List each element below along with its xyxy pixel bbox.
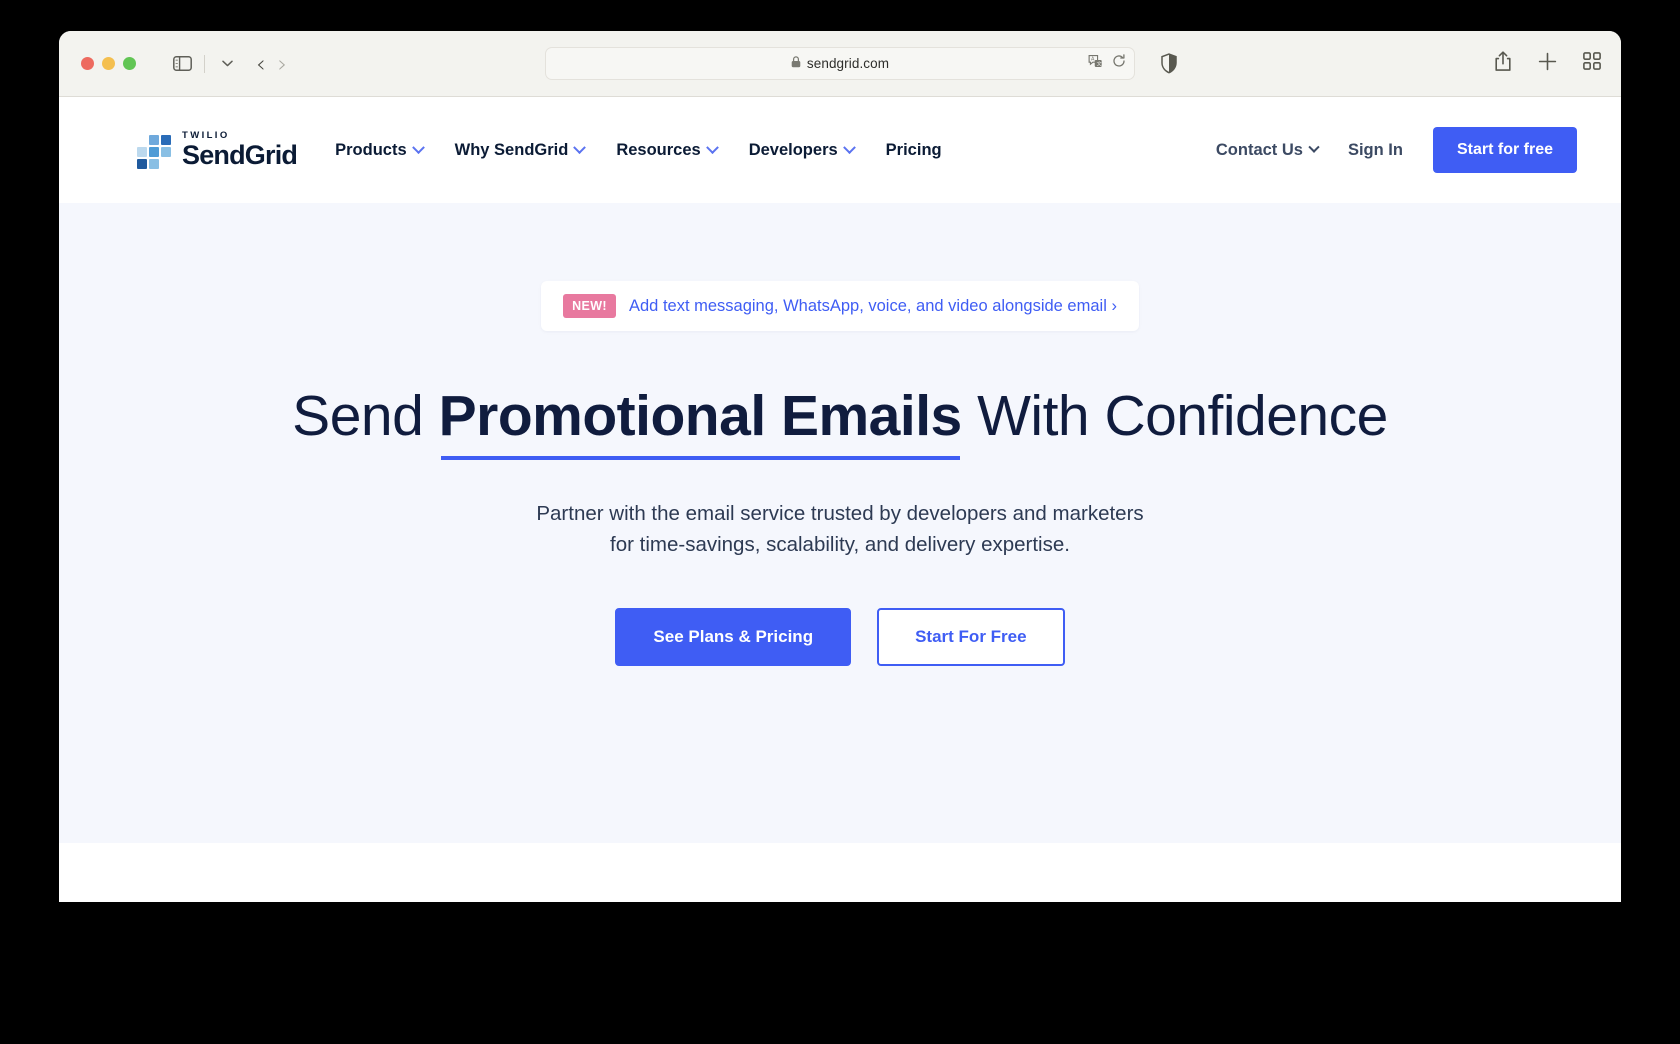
chevron-down-icon bbox=[705, 140, 719, 154]
minimize-window-button[interactable] bbox=[102, 57, 115, 70]
contact-us-label: Contact Us bbox=[1215, 140, 1303, 159]
lock-icon bbox=[791, 55, 801, 73]
zoom-window-button[interactable] bbox=[123, 57, 136, 70]
nav-label: Products bbox=[335, 140, 407, 159]
url-text: sendgrid.com bbox=[806, 56, 890, 71]
browser-window: ‹ › sendgrid.com A 文 TWILIO SendGrid Pro… bbox=[59, 31, 1621, 902]
hero-section: NEW! Add text messaging, WhatsApp, voice… bbox=[59, 203, 1621, 843]
sidebar-controls bbox=[167, 49, 242, 79]
close-window-button[interactable] bbox=[81, 57, 94, 70]
nav-item-pricing[interactable]: Pricing bbox=[886, 141, 942, 160]
new-badge: NEW! bbox=[563, 294, 616, 318]
toolbar-right-actions bbox=[1494, 50, 1601, 77]
logo-eyebrow: TWILIO bbox=[182, 129, 230, 141]
url-bar[interactable]: sendgrid.com A 文 bbox=[545, 47, 1135, 80]
nav-item-contact-us[interactable]: Contact Us bbox=[1215, 140, 1320, 160]
subhead-line-1: Partner with the email service trusted b… bbox=[536, 501, 1144, 525]
reload-icon[interactable] bbox=[1112, 54, 1126, 73]
start-for-free-button[interactable]: Start For Free bbox=[877, 607, 1065, 666]
sign-in-link[interactable]: Sign In bbox=[1348, 141, 1403, 160]
headline-suffix: With Confidence bbox=[961, 384, 1388, 448]
hero-headline: Send Promotional Emails With Confidence bbox=[59, 384, 1621, 460]
nav-item-resources[interactable]: Resources bbox=[616, 140, 719, 160]
web-page: TWILIO SendGrid Products Why SendGrid Re… bbox=[59, 97, 1621, 902]
nav-item-developers[interactable]: Developers bbox=[748, 140, 856, 160]
site-header: TWILIO SendGrid Products Why SendGrid Re… bbox=[59, 97, 1621, 203]
header-right-actions: Contact Us Sign In Start for free bbox=[1216, 127, 1577, 173]
hero-cta-row: See Plans & Pricing Start For Free bbox=[59, 607, 1621, 666]
url-bar-actions: A 文 bbox=[1088, 54, 1126, 74]
translate-icon[interactable]: A 文 bbox=[1088, 54, 1103, 74]
chevron-down-icon bbox=[842, 140, 856, 154]
main-navigation: Products Why SendGrid Resources Develope… bbox=[335, 141, 941, 160]
see-plans-and-pricing-button[interactable]: See Plans & Pricing bbox=[615, 607, 852, 666]
privacy-shield-icon[interactable] bbox=[1160, 53, 1178, 79]
nav-label: Pricing bbox=[885, 140, 942, 159]
chevron-down-icon bbox=[573, 140, 587, 154]
chevron-down-icon[interactable] bbox=[212, 49, 242, 79]
promo-banner[interactable]: NEW! Add text messaging, WhatsApp, voice… bbox=[541, 281, 1139, 331]
start-for-free-header-button[interactable]: Start for free bbox=[1432, 127, 1577, 173]
chevron-down-icon bbox=[1308, 141, 1320, 153]
headline-prefix: Send bbox=[292, 384, 439, 448]
sendgrid-logo[interactable]: TWILIO SendGrid bbox=[137, 129, 298, 171]
browser-toolbar: ‹ › sendgrid.com A 文 bbox=[59, 31, 1621, 97]
screen-bottom-mask bbox=[0, 902, 1680, 1044]
toolbar-divider bbox=[204, 54, 205, 73]
chevron-left-icon[interactable]: ‹ bbox=[256, 52, 266, 76]
sidebar-icon[interactable] bbox=[167, 49, 197, 79]
nav-item-products[interactable]: Products bbox=[335, 140, 425, 160]
nav-label: Why SendGrid bbox=[454, 140, 569, 159]
tab-grid-icon[interactable] bbox=[1583, 52, 1601, 75]
plus-icon[interactable] bbox=[1538, 52, 1557, 76]
hero-subheading: Partner with the email service trusted b… bbox=[59, 498, 1621, 560]
svg-text:文: 文 bbox=[1097, 60, 1102, 67]
sendgrid-logo-mark-icon bbox=[137, 135, 171, 169]
navigation-arrows: ‹ › bbox=[256, 52, 287, 76]
nav-label: Developers bbox=[748, 140, 838, 159]
promo-banner-link[interactable]: Add text messaging, WhatsApp, voice, and… bbox=[629, 297, 1117, 316]
sign-in-label: Sign In bbox=[1347, 140, 1403, 159]
chevron-right-icon[interactable]: › bbox=[278, 52, 288, 76]
window-traffic-lights bbox=[81, 57, 136, 70]
nav-label: Resources bbox=[616, 140, 701, 159]
share-icon[interactable] bbox=[1494, 50, 1512, 77]
nav-item-why-sendgrid[interactable]: Why SendGrid bbox=[454, 140, 587, 160]
subhead-line-2: for time-savings, scalability, and deliv… bbox=[610, 532, 1070, 556]
showcase-section: curl --request POST \ ← DESIGN bbox=[59, 843, 1621, 902]
logo-wordmark: SendGrid bbox=[182, 140, 298, 171]
svg-text:A: A bbox=[1091, 56, 1095, 62]
chevron-down-icon bbox=[411, 140, 425, 154]
headline-emphasis: Promotional Emails bbox=[438, 384, 962, 460]
